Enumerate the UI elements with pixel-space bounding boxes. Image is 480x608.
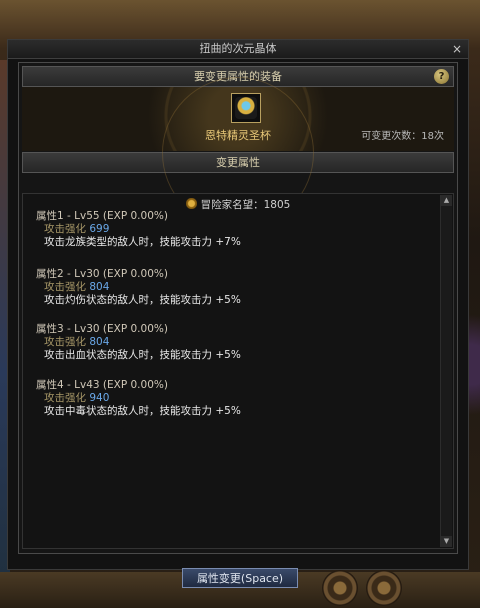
attribute-stat-value: 940 <box>89 392 110 404</box>
attribute-stat-label: 攻击强化 <box>44 392 86 404</box>
equipment-display: 恩特精灵圣杯 可变更次数：18次 <box>22 77 454 229</box>
close-icon[interactable]: × <box>450 40 464 58</box>
window-title: 扭曲的次元晶体 <box>199 42 277 55</box>
attribute-stat-label: 攻击强化 <box>44 223 86 235</box>
chalice-icon <box>235 97 257 119</box>
equipment-slot[interactable] <box>231 93 261 123</box>
change-attribute-button[interactable]: 属性变更(Space) <box>182 568 298 588</box>
scroll-up-icon[interactable]: ▲ <box>441 195 452 206</box>
attribute-stat: 攻击强化 804 <box>36 281 241 294</box>
window-titlebar[interactable]: 扭曲的次元晶体 × <box>8 40 468 59</box>
attribute-title: 属性4 - Lv43 (EXP 0.00%) <box>36 379 168 391</box>
attribute-effect: 攻击灼伤状态的敌人时，技能攻击力 +5% <box>44 294 241 306</box>
attribute-entry[interactable]: 属性4 - Lv43 (EXP 0.00%) 攻击强化 940 攻击中毒状态的敌… <box>36 379 241 418</box>
attribute-title: 属性2 - Lv30 (EXP 0.00%) <box>36 268 168 280</box>
attribute-title: 属性3 - Lv30 (EXP 0.00%) <box>36 323 168 335</box>
attribute-entry[interactable]: 属性2 - Lv30 (EXP 0.00%) 攻击强化 804 攻击灼伤状态的敌… <box>36 268 241 307</box>
attribute-effect: 攻击出血状态的敌人时，技能攻击力 +5% <box>44 349 241 361</box>
attribute-entry[interactable]: 属性1 - Lv55 (EXP 0.00%) 攻击强化 699 攻击龙族类型的敌… <box>36 210 241 249</box>
attribute-stat: 攻击强化 940 <box>36 392 241 405</box>
background-wheel <box>322 570 358 606</box>
attribute-effect: 攻击龙族类型的敌人时，技能攻击力 +7% <box>44 236 241 248</box>
help-icon[interactable]: ? <box>434 69 449 84</box>
list-scrollbar[interactable]: ▲ ▼ <box>440 195 452 547</box>
fame-icon <box>185 198 197 209</box>
main-panel: 要变更属性的装备 ? 恩特精灵圣杯 可变更次数：18次 变更属性 冒险家名望：1… <box>18 62 458 554</box>
attribute-effect: 攻击中毒状态的敌人时，技能攻击力 +5% <box>44 405 241 417</box>
change-count: 可变更次数：18次 <box>361 131 444 142</box>
attribute-stat: 攻击强化 804 <box>36 336 241 349</box>
attribute-stat-value: 804 <box>89 336 110 348</box>
attribute-title: 属性1 - Lv55 (EXP 0.00%) <box>36 210 168 222</box>
attribute-stat-label: 攻击强化 <box>44 336 86 348</box>
attribute-list[interactable]: 冒险家名望：1805 属性1 - Lv55 (EXP 0.00%) 攻击强化 6… <box>22 193 454 549</box>
background-wheel <box>366 570 402 606</box>
attribute-stat: 攻击强化 699 <box>36 223 241 236</box>
attribute-entry[interactable]: 属性3 - Lv30 (EXP 0.00%) 攻击强化 804 攻击出血状态的敌… <box>36 323 241 362</box>
attribute-stat-value: 804 <box>89 281 110 293</box>
attribute-stat-value: 699 <box>89 223 110 235</box>
scroll-down-icon[interactable]: ▼ <box>441 536 452 547</box>
attribute-stat-label: 攻击强化 <box>44 281 86 293</box>
crystal-dialog-window: 扭曲的次元晶体 × 要变更属性的装备 ? 恩特精灵圣杯 可变更次数：18次 变更… <box>7 39 469 570</box>
